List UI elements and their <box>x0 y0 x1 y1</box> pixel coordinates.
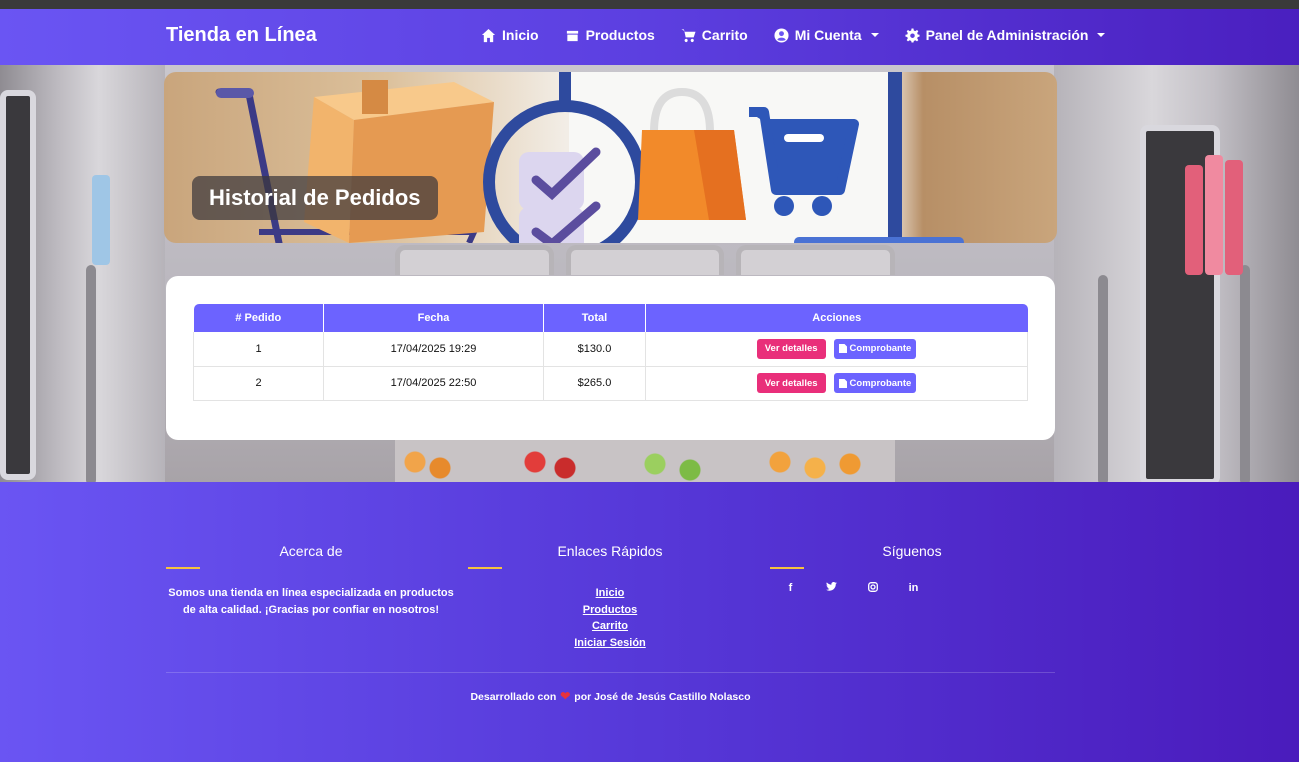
order-actions: Ver detalles Comprobante <box>645 332 1028 367</box>
fridge-handle <box>86 265 96 482</box>
nav-item-inicio[interactable]: Inicio <box>481 27 539 43</box>
credits-suffix: por José de Jesús Castillo Nolasco <box>574 691 751 703</box>
footer-about-title: Acerca de <box>279 543 343 559</box>
order-actions: Ver detalles Comprobante <box>645 366 1028 401</box>
home-icon <box>481 28 496 42</box>
footer-about-text: Somos una tienda en línea especializada … <box>168 587 454 616</box>
footer-social: Síguenos <box>767 543 1057 559</box>
nav-item-label: Productos <box>585 27 655 43</box>
footer-credits: Desarrollado con ❤ por José de Jesús Casti… <box>0 689 1221 703</box>
nav-item-label: Inicio <box>502 27 539 43</box>
nav-menu: Inicio Productos Carrito Mi Cuenta Panel… <box>481 27 1131 43</box>
receipt-button[interactable]: Comprobante <box>833 338 917 359</box>
order-id: 1 <box>193 332 324 367</box>
table-row: 1 17/04/2025 19:29 $130.0 Ver detalles Co… <box>193 332 1028 367</box>
page-title: Historial de Pedidos <box>192 176 438 220</box>
magnifier-check-icon <box>483 72 647 243</box>
nav-item-label: Mi Cuenta <box>794 27 862 43</box>
order-date: 17/04/2025 22:50 <box>323 366 544 401</box>
footer-about: Acerca de Somos una tienda en línea espe… <box>166 543 456 619</box>
footer-link-productos[interactable]: Productos <box>465 602 755 619</box>
box-icon <box>566 30 578 41</box>
footer-divider <box>166 672 1055 673</box>
produce-bins <box>395 245 896 275</box>
bottle <box>1205 155 1223 275</box>
footer: Acerca de Somos una tienda en línea espe… <box>0 482 1299 762</box>
caret-down-icon <box>1097 33 1106 37</box>
facebook-icon[interactable]: f <box>770 582 811 595</box>
nav-item-panel-admin[interactable]: Panel de Administración <box>905 27 1106 43</box>
view-details-button[interactable]: Ver detalles <box>756 373 826 393</box>
linkedin-icon[interactable]: in <box>893 582 934 595</box>
user-circle-icon <box>774 27 789 43</box>
social-icons: f in <box>770 581 934 595</box>
footer-link-iniciar-sesion[interactable]: Iniciar Sesión <box>465 635 755 652</box>
hero-accent-bar <box>794 237 964 243</box>
orders-table: # Pedido Fecha Total Acciones 1 17/04/20… <box>193 304 1028 401</box>
fridge-door-left <box>0 90 36 480</box>
produce-fruits <box>395 440 895 482</box>
receipt-label: Comprobante <box>849 343 912 355</box>
footer-accent-bar <box>468 567 502 569</box>
footer-links-title: Enlaces Rápidos <box>557 543 663 559</box>
footer-accent-bar <box>166 567 200 569</box>
brand-logo[interactable]: Tienda en Línea <box>166 24 317 47</box>
heart-icon: ❤ <box>560 689 571 703</box>
nav-item-carrito[interactable]: Carrito <box>681 27 748 43</box>
cart-icon <box>681 28 696 42</box>
footer-link-carrito[interactable]: Carrito <box>465 618 755 635</box>
footer-accent-bar <box>770 567 804 569</box>
instagram-icon[interactable] <box>852 582 893 595</box>
bottle <box>1185 165 1203 275</box>
pdf-file-icon <box>838 378 847 388</box>
footer-link-inicio[interactable]: Inicio <box>465 585 755 602</box>
view-details-button[interactable]: Ver detalles <box>756 338 826 359</box>
footer-link-list: Inicio Productos Carrito Iniciar Sesión <box>465 585 755 651</box>
fridge-handle <box>1098 275 1108 482</box>
table-header-row: # Pedido Fecha Total Acciones <box>193 304 1028 332</box>
header-total: Total <box>543 304 646 332</box>
gear-icon <box>905 27 920 43</box>
header-actions: Acciones <box>645 304 1028 332</box>
navbar: Tienda en Línea Inicio Productos Carrito… <box>0 9 1299 65</box>
bottle <box>92 175 110 265</box>
footer-social-title: Síguenos <box>882 543 942 559</box>
nav-item-mi-cuenta[interactable]: Mi Cuenta <box>774 27 879 43</box>
nav-item-label: Panel de Administración <box>925 27 1089 43</box>
hero-banner: Historial de Pedidos <box>164 72 1057 243</box>
order-id: 2 <box>193 366 324 401</box>
nav-item-label: Carrito <box>701 27 748 43</box>
order-total: $265.0 <box>543 366 646 401</box>
twitter-icon[interactable] <box>811 581 852 595</box>
header-order-number: # Pedido <box>193 304 324 332</box>
cart-icon-blue <box>749 107 859 216</box>
receipt-label: Comprobante <box>849 377 912 389</box>
browser-top-strip <box>0 0 1299 9</box>
table-row: 2 17/04/2025 22:50 $265.0 Ver detalles Co… <box>193 366 1028 401</box>
receipt-button[interactable]: Comprobante <box>833 373 917 393</box>
pdf-file-icon <box>838 344 847 354</box>
fridge-handle <box>1240 265 1250 482</box>
bottle <box>1225 160 1243 275</box>
order-total: $130.0 <box>543 332 646 367</box>
orders-card: # Pedido Fecha Total Acciones 1 17/04/20… <box>166 276 1055 440</box>
shopping-bag-icon <box>638 87 746 220</box>
credits-prefix: Desarrollado con <box>470 691 557 703</box>
footer-links: Enlaces Rápidos Inicio Productos Carrito… <box>465 543 755 651</box>
header-date: Fecha <box>323 304 544 332</box>
caret-down-icon <box>870 33 879 37</box>
nav-item-productos[interactable]: Productos <box>565 27 655 43</box>
order-date: 17/04/2025 19:29 <box>323 332 544 367</box>
